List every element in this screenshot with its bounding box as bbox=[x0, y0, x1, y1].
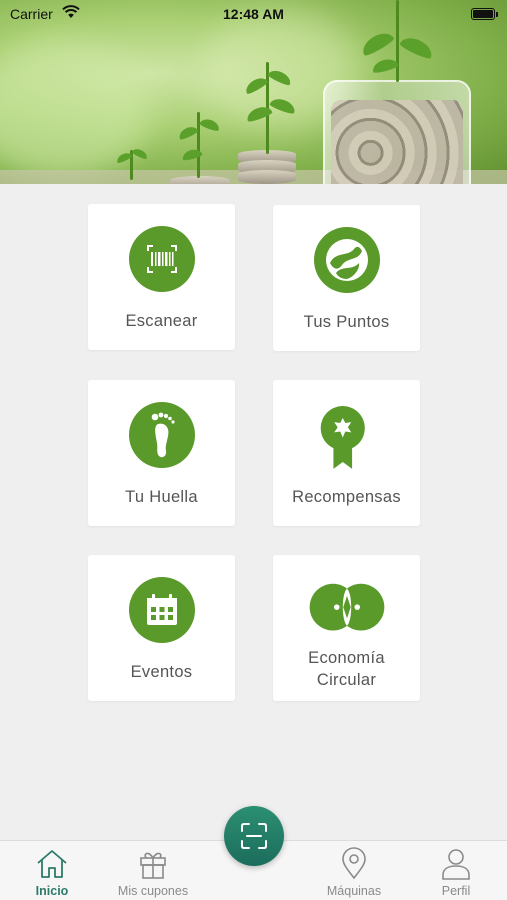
tab-label: Máquinas bbox=[326, 884, 382, 898]
barcode-scan-icon bbox=[128, 226, 195, 292]
home-icon bbox=[37, 850, 67, 878]
card-label: Tus Puntos bbox=[303, 313, 390, 331]
tab-perfil[interactable]: Perfil bbox=[406, 841, 506, 900]
tab-label: Inicio bbox=[35, 884, 69, 898]
card-economia-circular[interactable]: Economía Circular bbox=[273, 555, 420, 701]
scan-frame-icon bbox=[241, 823, 267, 849]
status-bar: Carrier 12:48 AM bbox=[0, 0, 507, 28]
battery-icon bbox=[471, 8, 498, 20]
points-swirl-icon bbox=[313, 227, 380, 293]
card-label: Recompensas bbox=[292, 488, 401, 506]
tab-maquinas[interactable]: Máquinas bbox=[304, 841, 404, 900]
card-escanear[interactable]: Escanear bbox=[88, 204, 235, 350]
tab-mis-cupones[interactable]: Mis cupones bbox=[103, 841, 203, 900]
card-recompensas[interactable]: Recompensas bbox=[273, 380, 420, 526]
scan-button[interactable] bbox=[224, 806, 284, 866]
card-label: Tu Huella bbox=[125, 488, 198, 506]
card-eventos[interactable]: Eventos bbox=[88, 555, 235, 701]
award-ribbon-icon bbox=[320, 406, 365, 469]
circular-economy-icon bbox=[309, 583, 384, 631]
card-tus-puntos[interactable]: Tus Puntos bbox=[273, 205, 420, 351]
card-label-line1: Economía bbox=[308, 649, 385, 667]
card-tu-huella[interactable]: Tu Huella bbox=[88, 380, 235, 526]
gift-icon bbox=[140, 852, 166, 879]
tab-inicio[interactable]: Inicio bbox=[2, 841, 102, 900]
user-icon bbox=[442, 849, 470, 880]
card-label-line2: Circular bbox=[316, 671, 377, 689]
card-label: Eventos bbox=[130, 663, 193, 681]
tab-label: Mis cupones bbox=[117, 884, 189, 898]
clock: 12:48 AM bbox=[223, 6, 284, 22]
map-pin-icon bbox=[342, 847, 366, 880]
footprint-icon bbox=[128, 402, 195, 468]
calendar-icon bbox=[128, 577, 195, 643]
tab-label: Perfil bbox=[441, 884, 471, 898]
card-label: Escanear bbox=[125, 312, 198, 330]
